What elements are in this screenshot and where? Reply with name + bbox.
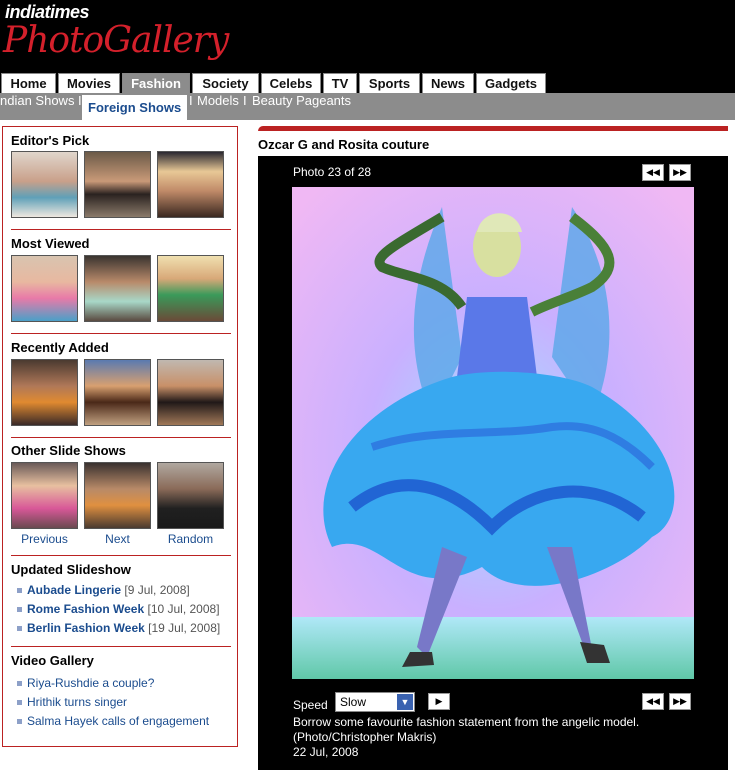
section-divider bbox=[11, 646, 231, 647]
bullet-icon bbox=[17, 607, 22, 612]
next-link[interactable]: Next bbox=[84, 532, 151, 546]
speed-select[interactable]: Slow ▼ bbox=[335, 692, 415, 712]
updated-slideshow-item[interactable]: Rome Fashion Week [10 Jul, 2008] bbox=[27, 602, 220, 616]
other-slideshow-thumb-previous[interactable] bbox=[11, 462, 78, 529]
other-slideshow-thumb-next[interactable] bbox=[84, 462, 151, 529]
sidebar: Editor's Pick Most Viewed Recently Added… bbox=[2, 126, 238, 747]
caption-date: 22 Jul, 2008 bbox=[293, 745, 359, 759]
chevron-down-icon: ▼ bbox=[397, 694, 413, 710]
play-icon: ▶ bbox=[435, 696, 443, 706]
most-viewed-heading: Most Viewed bbox=[11, 236, 90, 251]
random-link[interactable]: Random bbox=[157, 532, 224, 546]
tab-home[interactable]: Home bbox=[1, 73, 56, 93]
fast-forward-icon: ▶▶ bbox=[673, 167, 687, 177]
rewind-button[interactable]: ◀◀ bbox=[642, 164, 664, 181]
slideshow-title[interactable]: Aubade Lingerie bbox=[27, 583, 121, 597]
recently-added-thumb-3[interactable] bbox=[157, 359, 224, 426]
most-viewed-thumb-2[interactable] bbox=[84, 255, 151, 322]
updated-slideshow-item[interactable]: Berlin Fashion Week [19 Jul, 2008] bbox=[27, 621, 220, 635]
video-gallery-heading: Video Gallery bbox=[11, 653, 94, 668]
tab-gadgets[interactable]: Gadgets bbox=[476, 73, 546, 93]
bullet-icon bbox=[17, 626, 22, 631]
photo-caption: Borrow some favourite fashion statement … bbox=[293, 715, 713, 760]
editors-pick-thumb-2[interactable] bbox=[84, 151, 151, 218]
tab-society[interactable]: Society bbox=[192, 73, 259, 93]
bullet-icon bbox=[17, 681, 22, 686]
recently-added-heading: Recently Added bbox=[11, 340, 109, 355]
main-top-rule bbox=[258, 126, 728, 131]
editors-pick-thumb-1[interactable] bbox=[11, 151, 78, 218]
rewind-icon: ◀◀ bbox=[646, 696, 660, 706]
speed-select-value: Slow bbox=[340, 695, 367, 709]
section-divider bbox=[11, 229, 231, 230]
most-viewed-thumb-3[interactable] bbox=[157, 255, 224, 322]
site-header: indiatimes PhotoGallery bbox=[0, 0, 735, 73]
speed-label: Speed bbox=[293, 698, 328, 712]
previous-link[interactable]: Previous bbox=[11, 532, 78, 546]
play-button[interactable]: ▶ bbox=[428, 693, 450, 710]
slideshow-date: [9 Jul, 2008] bbox=[124, 583, 190, 597]
editors-pick-thumb-3[interactable] bbox=[157, 151, 224, 218]
subnav-separator: I bbox=[243, 93, 247, 108]
gallery-title: Ozcar G and Rosita couture bbox=[258, 137, 430, 152]
other-slide-shows-heading: Other Slide Shows bbox=[11, 443, 126, 458]
subnav-beauty-pageants[interactable]: Beauty Pageants bbox=[252, 93, 351, 120]
subnav-separator: I bbox=[189, 93, 193, 108]
main-nav-tabs: Home Movies Fashion Society Celebs TV Sp… bbox=[0, 73, 735, 93]
photo-viewer: Photo 23 of 28 ◀◀ ▶▶ Speed Slow ▼ ▶ ◀◀ ▶… bbox=[258, 156, 728, 770]
sub-nav: ndian Shows I Foreign Shows I Models I B… bbox=[0, 93, 735, 120]
bullet-icon bbox=[17, 588, 22, 593]
rewind-button-bottom[interactable]: ◀◀ bbox=[642, 693, 664, 710]
video-link[interactable]: Salma Hayek calls of engagement bbox=[27, 714, 209, 728]
bullet-icon bbox=[17, 719, 22, 724]
slideshow-title[interactable]: Berlin Fashion Week bbox=[27, 621, 145, 635]
section-divider bbox=[11, 437, 231, 438]
rewind-icon: ◀◀ bbox=[646, 167, 660, 177]
fast-forward-button-bottom[interactable]: ▶▶ bbox=[669, 693, 691, 710]
subnav-indian-shows[interactable]: ndian Shows bbox=[0, 93, 74, 120]
fast-forward-icon: ▶▶ bbox=[673, 696, 687, 706]
video-link[interactable]: Riya-Rushdie a couple? bbox=[27, 676, 154, 690]
section-divider bbox=[11, 555, 231, 556]
video-link[interactable]: Hrithik turns singer bbox=[27, 695, 127, 709]
tab-tv[interactable]: TV bbox=[323, 73, 357, 93]
logo-photogallery[interactable]: PhotoGallery bbox=[3, 20, 229, 61]
slideshow-date: [19 Jul, 2008] bbox=[148, 621, 221, 635]
caption-text: Borrow some favourite fashion statement … bbox=[293, 715, 640, 744]
tab-sports[interactable]: Sports bbox=[359, 73, 420, 93]
other-slideshow-thumb-random[interactable] bbox=[157, 462, 224, 529]
recently-added-thumb-2[interactable] bbox=[84, 359, 151, 426]
tab-movies[interactable]: Movies bbox=[58, 73, 120, 93]
subnav-models[interactable]: Models bbox=[197, 93, 239, 120]
recently-added-thumb-1[interactable] bbox=[11, 359, 78, 426]
bullet-icon bbox=[17, 700, 22, 705]
photo-image bbox=[292, 187, 694, 679]
updated-slideshow-heading: Updated Slideshow bbox=[11, 562, 131, 577]
subnav-foreign-shows[interactable]: Foreign Shows bbox=[82, 95, 188, 120]
slideshow-date: [10 Jul, 2008] bbox=[147, 602, 220, 616]
main-photo[interactable] bbox=[292, 187, 694, 679]
editors-pick-heading: Editor's Pick bbox=[11, 133, 90, 148]
tab-fashion[interactable]: Fashion bbox=[122, 73, 190, 93]
tab-news[interactable]: News bbox=[422, 73, 474, 93]
fast-forward-button[interactable]: ▶▶ bbox=[669, 164, 691, 181]
most-viewed-thumb-1[interactable] bbox=[11, 255, 78, 322]
tab-celebs[interactable]: Celebs bbox=[261, 73, 321, 93]
photo-counter: Photo 23 of 28 bbox=[293, 165, 372, 179]
updated-slideshow-item[interactable]: Aubade Lingerie [9 Jul, 2008] bbox=[27, 583, 190, 597]
slideshow-title[interactable]: Rome Fashion Week bbox=[27, 602, 144, 616]
section-divider bbox=[11, 333, 231, 334]
